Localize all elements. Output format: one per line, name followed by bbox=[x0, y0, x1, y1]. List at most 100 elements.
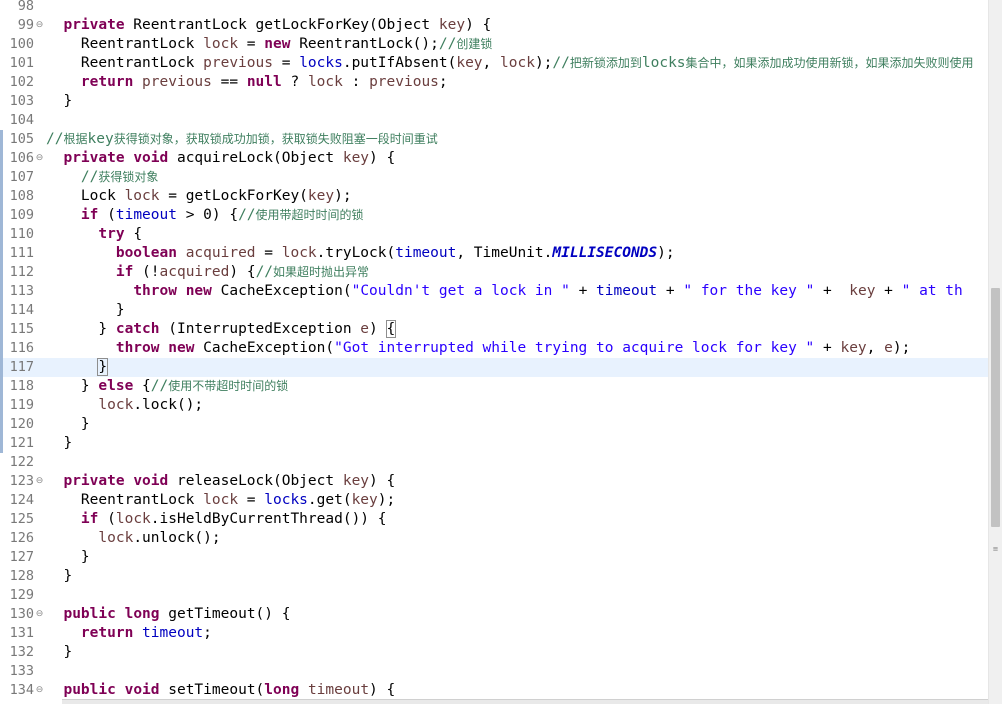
code-token: > 0) { bbox=[176, 207, 239, 223]
code-editor[interactable]: 98 99 ⊖ private ReentrantLock getLockForKe… bbox=[0, 0, 988, 704]
code-token: = bbox=[272, 55, 300, 71]
fold-collapse-icon[interactable]: ⊖ bbox=[35, 21, 44, 30]
code-line[interactable]: 112 if (!acquired) {//如果超时抛出异常 bbox=[0, 263, 988, 282]
code-token: new bbox=[185, 283, 212, 299]
code-line[interactable]: 128 } bbox=[0, 567, 988, 586]
horizontal-scrollbar[interactable] bbox=[62, 699, 988, 704]
code-line[interactable]: 121 } bbox=[0, 434, 988, 453]
code-line[interactable]: 117 } bbox=[0, 358, 988, 377]
code-text: if (!acquired) {//如果超时抛出异常 bbox=[46, 263, 988, 282]
code-text: } bbox=[46, 358, 988, 377]
code-token: 使用不带超时时间的锁 bbox=[168, 379, 289, 393]
code-token: MILLISECONDS bbox=[552, 245, 658, 261]
line-number: 114 bbox=[9, 302, 34, 318]
code-token: } bbox=[46, 644, 73, 660]
line-number: 120 bbox=[9, 416, 34, 432]
code-line[interactable]: 109 if (timeout > 0) {//使用带超时时间的锁 bbox=[0, 206, 988, 225]
code-text: return previous == null ? lock : previou… bbox=[46, 73, 988, 92]
code-token: 集合中，如果添加成功使用新锁，如果添加失败则使用 bbox=[685, 56, 974, 70]
code-line[interactable]: 102 return previous == null ? lock : pre… bbox=[0, 73, 988, 92]
code-line[interactable]: 113 throw new CacheException("Couldn't g… bbox=[0, 282, 988, 301]
change-ruler-marker bbox=[0, 73, 3, 92]
line-number: 106 bbox=[9, 150, 34, 166]
code-line[interactable]: 120 } bbox=[0, 415, 988, 434]
code-token: = bbox=[255, 245, 282, 261]
code-token: getTimeout() { bbox=[159, 606, 291, 622]
change-ruler-marker bbox=[0, 529, 3, 548]
code-line[interactable]: 132 } bbox=[0, 643, 988, 662]
code-line[interactable]: 115 } catch (InterruptedException e) { bbox=[0, 320, 988, 339]
change-ruler-marker bbox=[0, 415, 3, 434]
change-ruler-marker bbox=[0, 320, 3, 339]
fold-collapse-icon[interactable]: ⊖ bbox=[35, 686, 44, 695]
code-line[interactable]: 119 lock.lock(); bbox=[0, 396, 988, 415]
code-line[interactable]: 116 throw new CacheException("Got interr… bbox=[0, 339, 988, 358]
vertical-scrollbar[interactable]: ≡ bbox=[988, 0, 1002, 704]
code-text: private ReentrantLock getLockForKey(Obje… bbox=[46, 16, 988, 35]
code-token: // bbox=[438, 36, 457, 52]
line-number: 127 bbox=[9, 549, 34, 565]
code-token: timeout bbox=[596, 283, 658, 299]
fold-collapse-icon[interactable]: ⊖ bbox=[35, 610, 44, 619]
code-line[interactable]: 98 bbox=[0, 0, 988, 16]
line-number: 117 bbox=[9, 359, 34, 375]
code-line[interactable]: 130 ⊖ public long getTimeout() { bbox=[0, 605, 988, 624]
vertical-scrollbar-thumb[interactable] bbox=[991, 288, 1000, 527]
code-line[interactable]: 118 } else {//使用不带超时时间的锁 bbox=[0, 377, 988, 396]
code-line[interactable]: 125 if (lock.isHeldByCurrentThread()) { bbox=[0, 510, 988, 529]
code-line[interactable]: 107 //获得锁对象 bbox=[0, 168, 988, 187]
fold-collapse-icon[interactable]: ⊖ bbox=[35, 477, 44, 486]
code-line[interactable]: 122 bbox=[0, 453, 988, 472]
code-token: } bbox=[46, 93, 73, 109]
code-token: 获得锁对象 bbox=[98, 170, 159, 184]
code-line[interactable]: 103 } bbox=[0, 92, 988, 111]
line-number: 108 bbox=[9, 188, 34, 204]
code-token: } bbox=[46, 549, 90, 565]
code-line[interactable]: 124 ReentrantLock lock = locks.get(key); bbox=[0, 491, 988, 510]
change-ruler-marker bbox=[0, 567, 3, 586]
code-line[interactable]: 106 ⊖ private void acquireLock(Object key… bbox=[0, 149, 988, 168]
line-number: 101 bbox=[9, 55, 34, 71]
code-token: = bbox=[238, 36, 265, 52]
code-token: lock bbox=[203, 492, 239, 508]
code-line[interactable]: 133 bbox=[0, 662, 988, 681]
code-line[interactable]: 108 Lock lock = getLockForKey(key); bbox=[0, 187, 988, 206]
code-line[interactable]: 134 ⊖ public void setTimeout(long timeout… bbox=[0, 681, 988, 700]
line-number: 123 bbox=[9, 473, 34, 489]
code-token: e bbox=[360, 321, 370, 337]
code-token: lock bbox=[98, 397, 134, 413]
code-token: 根据 bbox=[63, 132, 88, 146]
change-ruler-marker bbox=[0, 16, 3, 35]
code-line[interactable]: 123 ⊖ private void releaseLock(Object key… bbox=[0, 472, 988, 491]
code-line[interactable]: 104 bbox=[0, 111, 988, 130]
code-token: .lock(); bbox=[133, 397, 204, 413]
code-line[interactable]: 111 boolean acquired = lock.tryLock(time… bbox=[0, 244, 988, 263]
code-line[interactable]: 110 try { bbox=[0, 225, 988, 244]
line-number: 102 bbox=[9, 74, 34, 90]
code-line[interactable]: 99 ⊖ private ReentrantLock getLockForKey(… bbox=[0, 16, 988, 35]
code-line[interactable]: 129 bbox=[0, 586, 988, 605]
code-token: ) bbox=[369, 321, 387, 337]
code-token: lock bbox=[500, 55, 535, 71]
code-text: } bbox=[46, 92, 988, 111]
change-ruler-marker bbox=[0, 358, 3, 377]
change-ruler-marker bbox=[0, 377, 3, 396]
fold-collapse-icon[interactable]: ⊖ bbox=[35, 154, 44, 163]
code-line[interactable]: 101 ReentrantLock previous = locks.putIf… bbox=[0, 54, 988, 73]
code-line[interactable]: 114 } bbox=[0, 301, 988, 320]
line-number: 109 bbox=[9, 207, 34, 223]
code-text: public void setTimeout(long timeout) { bbox=[46, 681, 988, 700]
code-line[interactable]: 131 return timeout; bbox=[0, 624, 988, 643]
code-line[interactable]: 105 //根据key获得锁对象，获取锁成功加锁，获取锁失败阻塞一段时间重试 bbox=[0, 130, 988, 149]
code-line[interactable]: 127 } bbox=[0, 548, 988, 567]
code-token: // bbox=[255, 264, 274, 280]
code-line[interactable]: 126 lock.unlock(); bbox=[0, 529, 988, 548]
change-ruler-marker bbox=[0, 35, 3, 54]
code-line[interactable]: 100 ReentrantLock lock = new ReentrantLo… bbox=[0, 35, 988, 54]
